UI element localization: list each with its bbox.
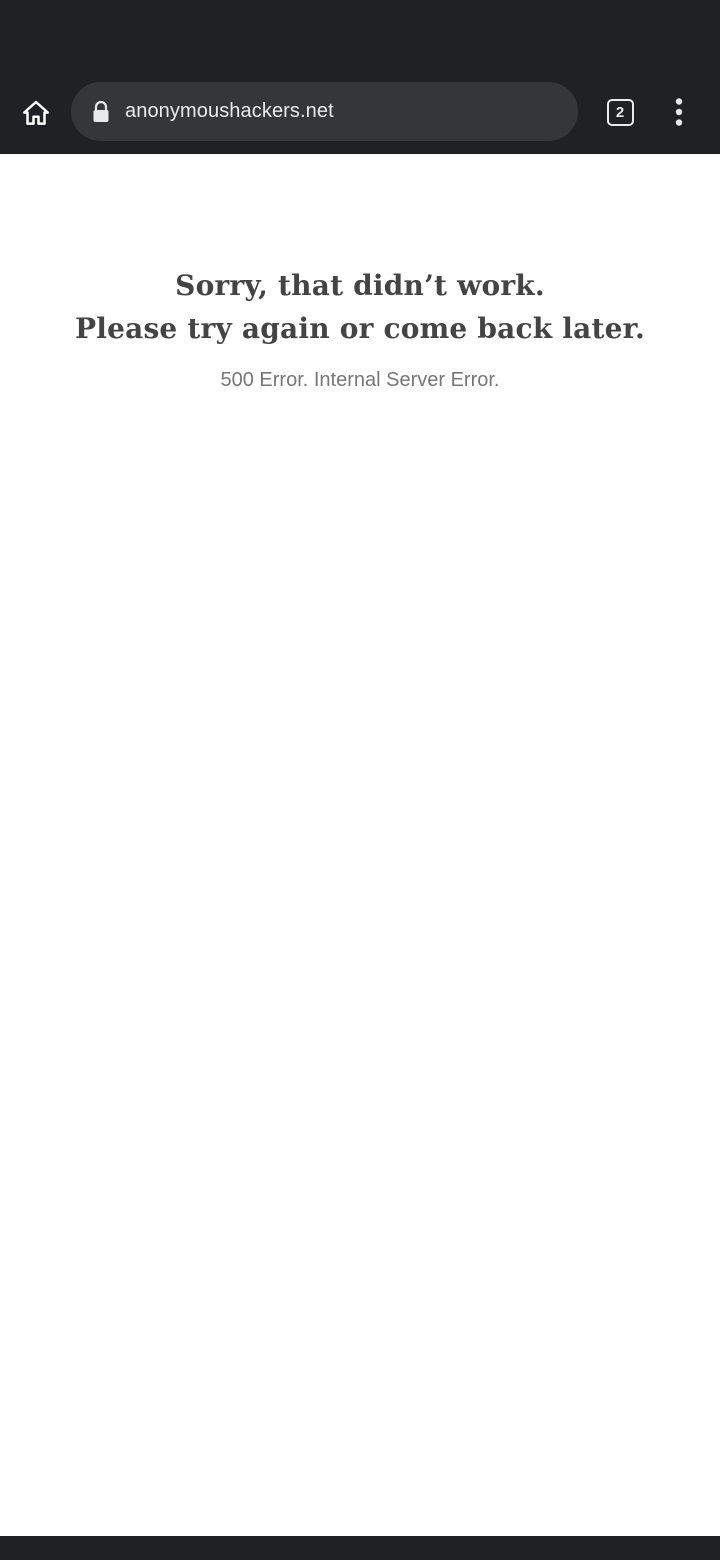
error-code-text: 500 Error. Internal Server Error. xyxy=(220,369,500,391)
tab-count: 2 xyxy=(615,103,625,121)
headline-line-1: Sorry, that didn’t work. xyxy=(175,269,545,302)
navigation-bar xyxy=(0,1536,720,1560)
headline-line-2: Please try again or come back later. xyxy=(75,312,645,345)
address-bar[interactable]: anonymoushackers.net xyxy=(71,82,578,141)
browser-toolbar: anonymoushackers.net 2 xyxy=(0,72,720,154)
lock-icon xyxy=(91,100,111,124)
tab-switcher-button[interactable]: 2 xyxy=(596,88,644,136)
home-button[interactable] xyxy=(12,89,60,137)
menu-button[interactable] xyxy=(655,88,703,136)
more-vert-icon xyxy=(675,98,683,126)
tab-switcher-icon: 2 xyxy=(606,98,634,126)
status-bar xyxy=(0,0,720,72)
url-text: anonymoushackers.net xyxy=(125,100,334,122)
home-icon xyxy=(23,100,49,125)
page-content: Sorry, that didn’t work. Please try agai… xyxy=(0,154,720,1536)
error-headline: Sorry, that didn’t work. Please try agai… xyxy=(0,264,720,350)
